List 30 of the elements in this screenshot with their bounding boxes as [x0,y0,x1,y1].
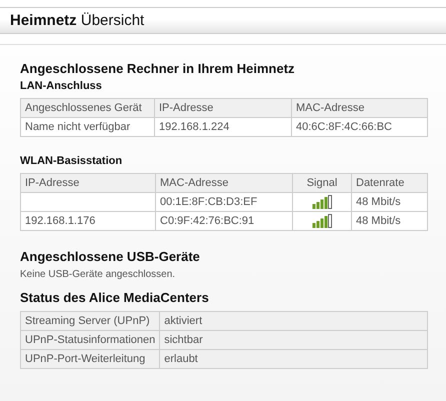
table-cell: 48 Mbit/s [352,212,428,230]
table-cell: Name nicht verfügbar [20,118,154,136]
signal-icon [312,214,332,228]
table-cell: 40:6C:8F:4C:66:BC [292,118,428,136]
column-header: Angeschlossenes Gerät [20,98,154,118]
page-title: Heimnetz Übersicht [10,12,144,29]
table-cell: erlaubt [160,350,428,368]
table-cell: aktiviert [160,312,428,330]
section-heading: Status des Alice MediaCenters [20,290,210,305]
section-heading: Angeschlossene Rechner in Ihrem Heimnetz [20,61,296,76]
table-cell: 192.168.1.176 [20,212,156,230]
info-text: Keine USB-Geräte angeschlossen. [20,269,176,280]
column-header: Signal [292,174,352,192]
column-header: MAC-Adresse [292,98,428,118]
column-header: IP-Adresse [154,98,292,118]
table-cell: 00:1E:8F:CB:D3:EF [156,192,292,212]
section-heading: Angeschlossene USB-Geräte [20,249,201,264]
column-header: IP-Adresse [20,174,156,192]
column-header: Datenrate [352,174,428,192]
signal-icon [312,195,332,209]
table-cell: UPnP-Statusinformationen [20,330,160,350]
table-cell: sichtbar [160,330,428,350]
table-cell: 192.168.1.224 [154,118,292,136]
table-cell: UPnP-Port-Weiterleitung [20,350,160,368]
subsection-heading: LAN-Anschluss [20,80,103,92]
table-cell: 48 Mbit/s [352,192,428,212]
table-cell: C0:9F:42:76:BC:91 [156,212,292,230]
subsection-heading: WLAN-Basisstation [20,155,124,167]
table-cell: Streaming Server (UPnP) [20,312,160,330]
column-header: MAC-Adresse [156,174,292,192]
